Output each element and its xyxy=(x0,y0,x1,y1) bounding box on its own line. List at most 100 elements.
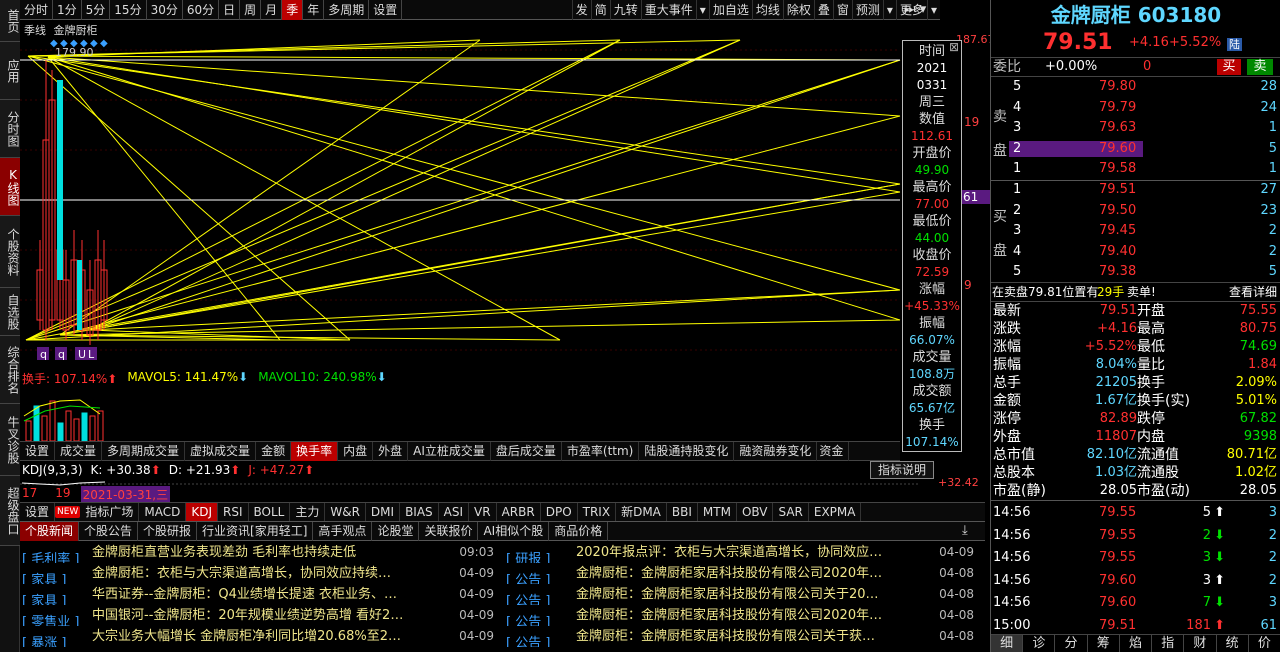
news-item[interactable]: [ 暴涨 ] 大宗业务大幅增长 金牌厨柜净利同比增20.68%至2… 04-09 xyxy=(22,626,494,647)
tool-button[interactable]: 均线 xyxy=(751,0,783,20)
bottom-tab[interactable]: 诊 xyxy=(1023,635,1056,652)
indicator-select-tab[interactable]: BBI xyxy=(667,503,698,521)
bottom-tab[interactable]: 统 xyxy=(1217,635,1249,652)
period-button[interactable]: 年 xyxy=(303,0,325,20)
period-button[interactable]: 多周期 xyxy=(324,0,370,20)
news-title[interactable]: 金牌厨柜：金牌厨柜家居科技股份有限公司关于获… xyxy=(576,626,924,647)
news-category[interactable]: [ 公告 ] xyxy=(506,633,576,647)
period-button[interactable]: 5分 xyxy=(82,0,111,20)
news-tab[interactable]: 商品价格 xyxy=(549,522,609,541)
indicator-tab[interactable]: 金额 xyxy=(256,442,292,461)
tool-button[interactable]: 除权 xyxy=(782,0,814,20)
news-item[interactable]: [ 公告 ] 金牌厨柜：金牌厨柜家居科技股份有限公司2020年… 04-08 xyxy=(506,563,974,584)
tool-button[interactable]: 窗 xyxy=(832,0,852,20)
indicator-tab[interactable]: AI立桩成交量 xyxy=(408,442,491,461)
order-book-row[interactable]: 4 79.40 2 xyxy=(991,243,1280,261)
buy-button[interactable]: 买 xyxy=(1217,59,1241,75)
indicator-select-tab[interactable]: SAR xyxy=(773,503,809,521)
tab-apps[interactable]: 应用 xyxy=(0,42,20,100)
news-item[interactable]: [ 公告 ] 金牌厨柜：金牌厨柜家居科技股份有限公司2020年… 04-08 xyxy=(506,605,974,626)
indicator-tab[interactable]: 换手率 xyxy=(291,442,339,461)
news-title[interactable]: 金牌厨柜：金牌厨柜家居科技股份有限公司2020年… xyxy=(576,605,924,626)
indicator-select-tab[interactable]: MTM xyxy=(698,503,737,521)
period-button[interactable]: 月 xyxy=(261,0,283,20)
period-button[interactable]: 60分 xyxy=(183,0,220,20)
news-category[interactable]: [ 暴涨 ] xyxy=(22,633,92,647)
news-category[interactable]: [ 零售业 ] xyxy=(22,612,92,626)
news-item[interactable]: [ 公告 ] 金牌厨柜：金牌厨柜家居科技股份有限公司关于获… 04-08 xyxy=(506,626,974,647)
bottom-tab[interactable]: 指 xyxy=(1152,635,1185,652)
indicator-select-tab[interactable]: TRIX xyxy=(578,503,617,521)
indicator-select-tab[interactable]: DPO xyxy=(541,503,578,521)
indicator-tab[interactable]: 虚拟成交量 xyxy=(185,442,257,461)
news-item[interactable]: [ 研报 ] 2020年报点评：衣柜与大宗渠道高增长，协同效应… 04-09 xyxy=(506,542,974,563)
indicator-select-tab[interactable]: 新DMA xyxy=(616,503,667,521)
news-category[interactable]: [ 公告 ] xyxy=(506,570,576,584)
news-category[interactable]: [ 毛利率 ] xyxy=(22,549,92,563)
indicator-select-tab[interactable]: BIAS xyxy=(400,503,439,521)
tab-home[interactable]: 首页 xyxy=(0,0,20,42)
tab-ranking[interactable]: 综合排名 xyxy=(0,336,20,404)
indicator-select-tab[interactable]: EXPMA xyxy=(809,503,862,521)
indicator-select-tab[interactable]: W&R xyxy=(325,503,366,521)
news-title[interactable]: 中国银河--金牌厨柜：20年规模业绩逆势高增 看好2… xyxy=(92,605,444,626)
tab-super-quote[interactable]: 超级盘口 xyxy=(0,476,20,546)
period-button[interactable]: 15分 xyxy=(110,0,147,20)
tool-button[interactable]: 发 xyxy=(571,0,591,20)
indicator-tab[interactable]: 资金 xyxy=(817,442,850,461)
news-item[interactable]: [ 零售业 ] 中国银河--金牌厨柜：20年规模业绩逆势高增 看好2… 04-09 xyxy=(22,605,494,626)
tool-button[interactable]: 叠 xyxy=(813,0,833,20)
order-book-row[interactable]: 5 79.38 5 xyxy=(991,263,1280,281)
tool-button[interactable]: 九转 xyxy=(609,0,641,20)
indicator-tab[interactable]: 多周期成交量 xyxy=(102,442,186,461)
period-button[interactable]: 分时 xyxy=(20,0,54,20)
tool-button[interactable]: 简 xyxy=(590,0,610,20)
news-category[interactable]: [ 家具 ] xyxy=(22,591,92,605)
news-tab[interactable]: 个股公告 xyxy=(79,522,139,541)
news-tab[interactable]: 关联报价 xyxy=(419,522,479,541)
bottom-tab[interactable]: 分 xyxy=(1055,635,1088,652)
news-tab[interactable]: 行业资讯[家用轻工] xyxy=(197,522,314,541)
news-title[interactable]: 金牌厨柜：衣柜与大宗渠道高增长，协同效应持续… xyxy=(92,563,444,584)
indicator-tab[interactable]: 陆股通持股变化 xyxy=(639,442,735,461)
bottom-tab[interactable]: 财 xyxy=(1184,635,1217,652)
bottom-tab[interactable]: 价 xyxy=(1249,635,1280,652)
indicator-select-tab[interactable]: MACD xyxy=(139,503,187,521)
bottom-tab[interactable]: 焰 xyxy=(1120,635,1153,652)
news-title[interactable]: 金牌厨柜：金牌厨柜家居科技股份有限公司2020年… xyxy=(576,563,924,584)
news-item[interactable]: [ 公告 ] 金牌厨柜：金牌厨柜家居科技股份有限公司关于20… 04-08 xyxy=(506,584,974,605)
tool-button[interactable]: 加自选 xyxy=(708,0,752,20)
indicator-select-tab[interactable]: ASI xyxy=(439,503,470,521)
tab-timeshare[interactable]: 分时图 xyxy=(0,100,20,158)
tab-kline[interactable]: K线图 xyxy=(0,158,20,216)
period-button[interactable]: 周 xyxy=(240,0,262,20)
order-book-row[interactable]: 3 79.63 1 xyxy=(991,119,1280,137)
news-title[interactable]: 2020年报点评：衣柜与大宗渠道高增长，协同效应… xyxy=(576,542,924,563)
tab-diagnosis[interactable]: 牛叉诊股 xyxy=(0,404,20,476)
indicator-select-tab[interactable]: OBV xyxy=(737,503,774,521)
period-button[interactable]: 设置 xyxy=(369,0,403,20)
indicator-tab[interactable]: 设置 xyxy=(20,442,56,461)
news-title[interactable]: 金牌厨柜直营业务表现差劲 毛利率也持续走低 xyxy=(92,542,444,563)
indicator-tab[interactable]: 盘后成交量 xyxy=(491,442,562,461)
news-item[interactable]: [ 家具 ] 金牌厨柜：衣柜与大宗渠道高增长，协同效应持续… 04-09 xyxy=(22,563,494,584)
news-title[interactable]: 大宗业务大幅增长 金牌厨柜净利同比增20.68%至2… xyxy=(92,626,444,647)
indicator-help-button[interactable]: 指标说明 xyxy=(870,461,934,479)
order-book-row[interactable]: 1 79.58 1 xyxy=(991,160,1280,178)
indicator-select-tab[interactable]: BOLL xyxy=(249,503,291,521)
indicator-tab[interactable]: 外盘 xyxy=(373,442,409,461)
tool-button[interactable]: ▾ xyxy=(695,0,709,20)
news-tab[interactable]: 高手观点 xyxy=(313,522,373,541)
order-book-row[interactable]: 3 79.45 2 xyxy=(991,222,1280,240)
sell-button[interactable]: 卖 xyxy=(1247,59,1273,75)
indicator-select-tab[interactable]: 主力 xyxy=(290,503,326,521)
indicator-tab[interactable]: 市盈率(ttm) xyxy=(562,442,640,461)
kline-chart[interactable]: q q U L◆ ◆ ◆ ◆ ◆ ◆ xyxy=(20,20,990,370)
indicator-select-tab[interactable]: ARBR xyxy=(497,503,541,521)
bottom-tab[interactable]: 筹 xyxy=(1088,635,1120,652)
news-tab[interactable]: 个股新闻 xyxy=(20,522,80,541)
period-button[interactable]: 1分 xyxy=(53,0,82,20)
order-book-row[interactable]: 2 79.50 23 xyxy=(991,202,1280,220)
indicator-tab[interactable]: 成交量 xyxy=(55,442,103,461)
tab-watchlist[interactable]: 自选股 xyxy=(0,288,20,336)
